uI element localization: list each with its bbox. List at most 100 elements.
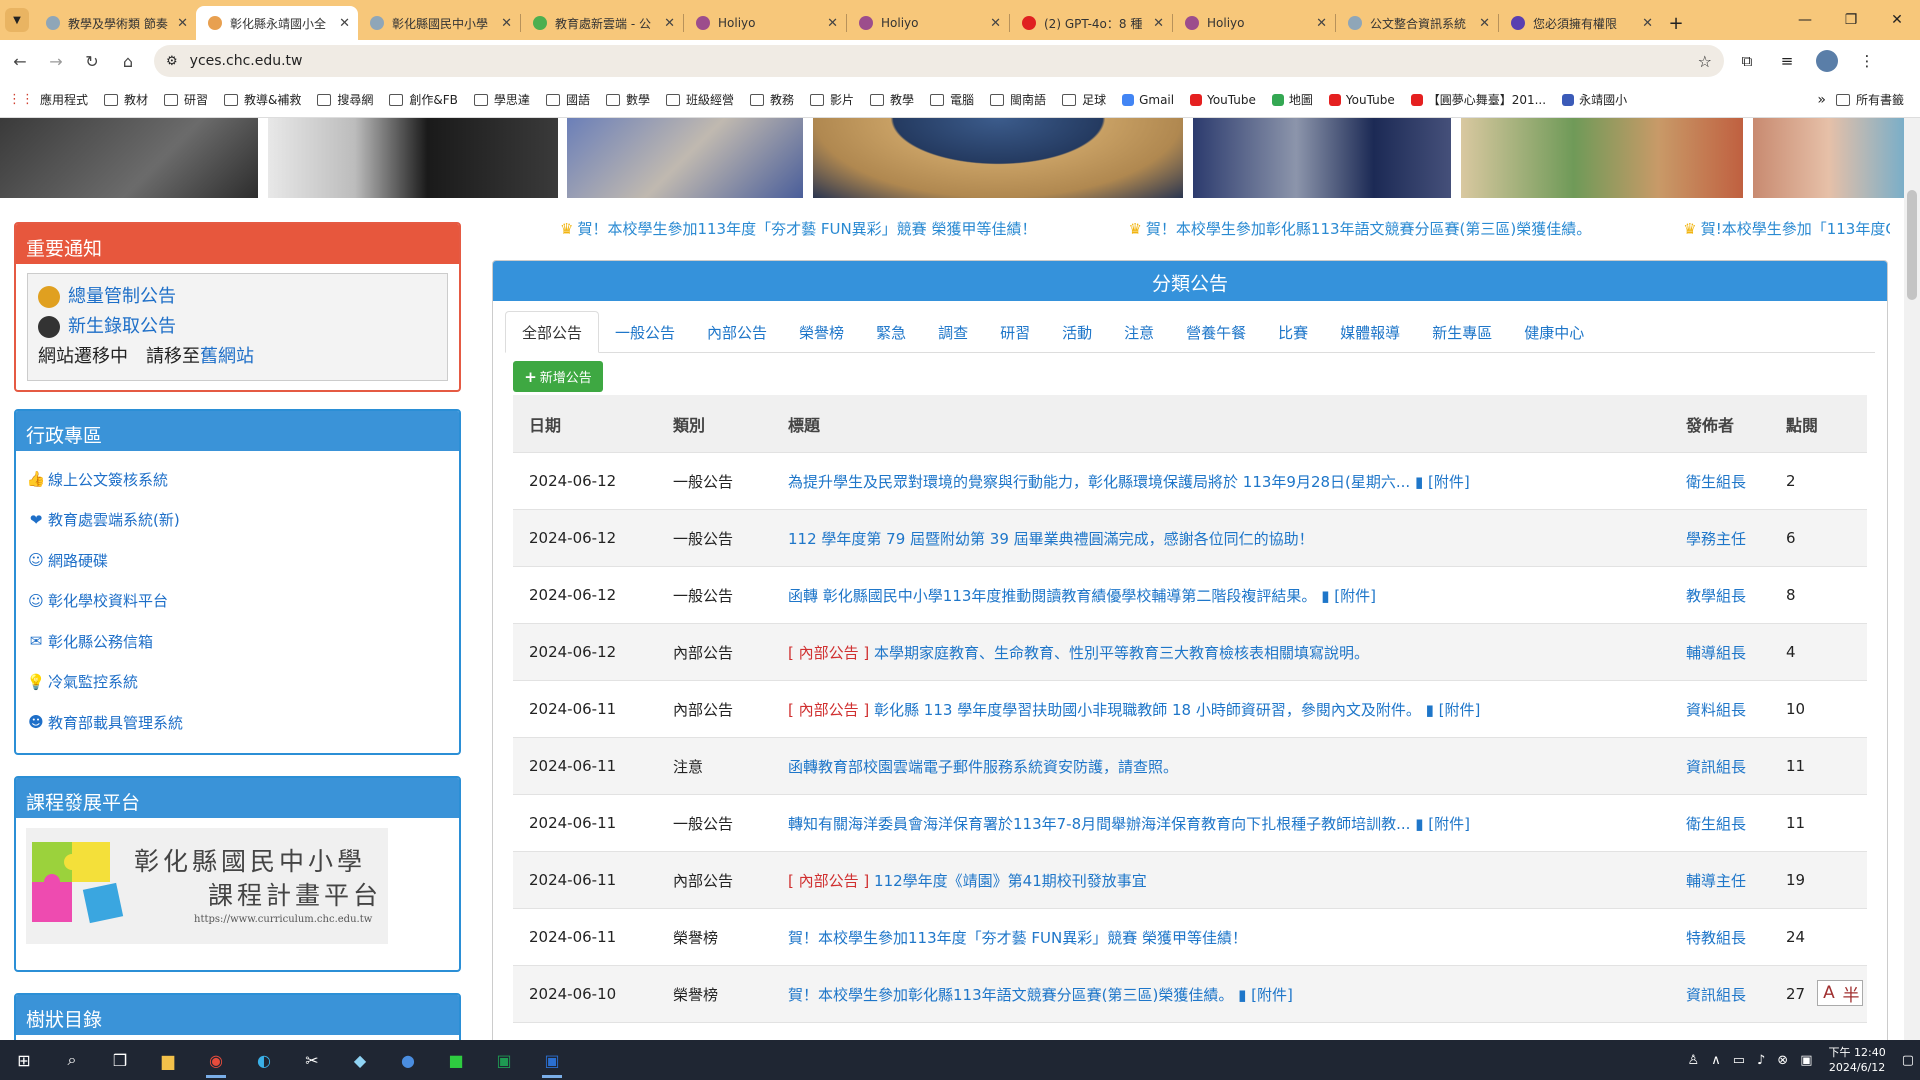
announcement-tab[interactable]: 研習 [984,311,1046,353]
cell-publisher[interactable]: 教學組長 [1686,585,1786,606]
close-tab-icon[interactable]: ✕ [177,16,188,31]
search-icon[interactable]: ⌕ [48,1040,96,1080]
line-icon[interactable]: ■ [432,1040,480,1080]
ime-mode-a[interactable]: A [1818,981,1840,1005]
bookmark-item[interactable]: ⋮⋮ 應用程式 [8,91,88,108]
col-title[interactable]: 標題 [788,412,1686,436]
announcement-tab[interactable]: 內部公告 [691,311,783,353]
close-tab-icon[interactable]: ✕ [990,16,1001,31]
ime-icon[interactable]: ▣ [1800,1053,1812,1068]
bookmark-item[interactable]: 電腦 [930,91,974,108]
banner-photo[interactable] [268,118,558,198]
notice-link-quota[interactable]: 總量管制公告 [68,282,176,312]
admin-link[interactable]: ☺ 彰化學校資料平台 [26,581,449,622]
bookmark-item[interactable]: 班級經營 [665,91,734,108]
browser-tab[interactable]: Holiyo ✕ [1173,6,1335,40]
close-tab-icon[interactable]: ✕ [501,16,512,31]
site-info-icon[interactable]: ⚙ [166,54,178,69]
address-bar[interactable]: ⚙ yces.chc.edu.tw ☆ [154,45,1724,77]
banner-photo[interactable] [0,118,258,198]
announcement-title-link[interactable]: 賀！本校學生參加113年度「夯才藝 FUN異彩」競賽 榮獲甲等佳績！ [788,929,1247,947]
announcement-tab[interactable]: 榮譽榜 [783,311,860,353]
ime-indicator[interactable]: A半 [1817,980,1863,1006]
add-announcement-button[interactable]: + 新增公告 [513,361,603,392]
cell-publisher[interactable]: 衛生組長 [1686,471,1786,492]
close-circle-icon[interactable]: ⊗ [1777,1053,1788,1068]
media-control-icon[interactable]: ≡ [1770,45,1804,77]
start-icon[interactable]: ⊞ [0,1040,48,1080]
announcement-tab[interactable]: 一般公告 [599,311,691,353]
notes-icon[interactable]: ◆ [336,1040,384,1080]
people-icon[interactable]: ♙ [1688,1053,1700,1068]
excel-icon[interactable]: ▣ [480,1040,528,1080]
extensions-icon[interactable]: ⧉ [1730,45,1764,77]
tab-search-button[interactable]: ▼ [0,0,34,40]
network-icon[interactable]: ▭ [1733,1053,1745,1068]
announcement-tab[interactable]: 注意 [1108,311,1170,353]
close-tab-icon[interactable]: ✕ [1479,16,1490,31]
reload-button[interactable]: ↻ [76,45,108,77]
announcement-tab[interactable]: 活動 [1046,311,1108,353]
attachment-link[interactable]: ▮ [附件] [1321,587,1376,605]
bookmark-star-icon[interactable]: ☆ [1698,52,1712,71]
announcement-tab[interactable]: 調查 [922,311,984,353]
restore-icon[interactable]: ❐ [1828,0,1874,40]
bookmarks-overflow-button[interactable]: » [1817,92,1826,108]
menu-kebab-icon[interactable]: ⋮ [1850,45,1884,77]
announcement-title-link[interactable]: 為提升學生及民眾對環境的覺察與行動能力，彰化縣環境保護局將於 113年9月28日… [788,473,1410,491]
chrome-icon[interactable]: ◉ [192,1040,240,1080]
banner-photo[interactable] [813,118,1183,198]
browser-tab[interactable]: 公文整合資訊系統 ✕ [1336,6,1498,40]
announcement-title-link[interactable]: 112學年度《靖園》第41期校刊發放事宜 [874,872,1147,890]
back-button[interactable]: ← [4,45,36,77]
close-tab-icon[interactable]: ✕ [664,16,675,31]
attachment-link[interactable]: ▮ [附件] [1415,815,1470,833]
webex-icon[interactable]: ● [384,1040,432,1080]
announcement-tab[interactable]: 健康中心 [1508,311,1600,353]
cell-publisher[interactable]: 資訊組長 [1686,984,1786,1005]
attachment-link[interactable]: ▮ [附件] [1415,473,1470,491]
browser-tab[interactable]: Holiyo ✕ [847,6,1009,40]
home-button[interactable]: ⌂ [112,45,144,77]
col-date[interactable]: 日期 [513,412,673,436]
bookmark-item[interactable]: 教學 [870,91,914,108]
browser-tab[interactable]: (2) GPT-4o：8 種 ✕ [1010,6,1172,40]
bookmark-item[interactable]: 研習 [164,91,208,108]
announcement-tab[interactable]: 營養午餐 [1170,311,1262,353]
bookmark-item[interactable]: 永靖國小 [1562,91,1627,108]
close-tab-icon[interactable]: ✕ [1153,16,1164,31]
admin-link[interactable]: 💡 冷氣監控系統 [26,662,449,703]
marquee-item[interactable]: ♛ 賀！本校學生參加113年度「夯才藝 FUN異彩」競賽 榮獲甲等佳績！ [560,220,1082,238]
announcement-title-link[interactable]: 函轉教育部校園雲端電子郵件服務系統資安防護，請查照。 [788,758,1178,776]
close-tab-icon[interactable]: ✕ [827,16,838,31]
curriculum-logo[interactable]: 彰化縣國民中小學 課程計畫平台 https://www.curriculum.c… [26,828,388,944]
cell-publisher[interactable]: 資料組長 [1686,699,1786,720]
notice-row[interactable]: 總量管制公告 [38,282,437,312]
word-icon[interactable]: ▣ [528,1040,576,1080]
browser-tab[interactable]: 彰化縣國民中小學 ✕ [358,6,520,40]
bookmark-item[interactable]: 地圖 [1271,91,1313,108]
bookmark-item[interactable]: 搜尋網 [317,91,373,108]
attachment-link[interactable]: ▮ [附件] [1238,986,1293,1004]
clock[interactable]: 下午 12:40 2024/6/12 [1829,1045,1886,1075]
close-tab-icon[interactable]: ✕ [1316,16,1327,31]
announcement-tab[interactable]: 全部公告 [505,311,600,353]
cell-publisher[interactable]: 輔導主任 [1686,870,1786,891]
old-site-link[interactable]: 舊網站 [200,342,254,372]
browser-tab[interactable]: Holiyo ✕ [684,6,846,40]
notification-icon[interactable]: ▢ [1902,1053,1914,1068]
notice-link-admission[interactable]: 新生錄取公告 [68,312,176,342]
admin-link[interactable]: ☻ 教育部載具管理系統 [26,702,449,743]
profile-button[interactable] [1810,45,1844,77]
volume-icon[interactable]: ♪ [1757,1053,1765,1068]
task-view-icon[interactable]: ❒ [96,1040,144,1080]
ime-mode-half[interactable]: 半 [1840,981,1862,1006]
banner-photo[interactable] [1753,118,1904,198]
announcement-title-link[interactable]: 彰化縣 113 學年度學習扶助國小非現職教師 18 小時師資研習，參閱內文及附件… [874,701,1421,719]
all-bookmarks-button[interactable]: 所有書籤 [1835,91,1904,108]
forward-button[interactable]: → [40,45,72,77]
banner-photo[interactable] [1193,118,1451,198]
cell-publisher[interactable]: 衛生組長 [1686,813,1786,834]
bookmark-item[interactable]: 數學 [605,91,650,108]
close-tab-icon[interactable]: ✕ [1642,16,1653,31]
